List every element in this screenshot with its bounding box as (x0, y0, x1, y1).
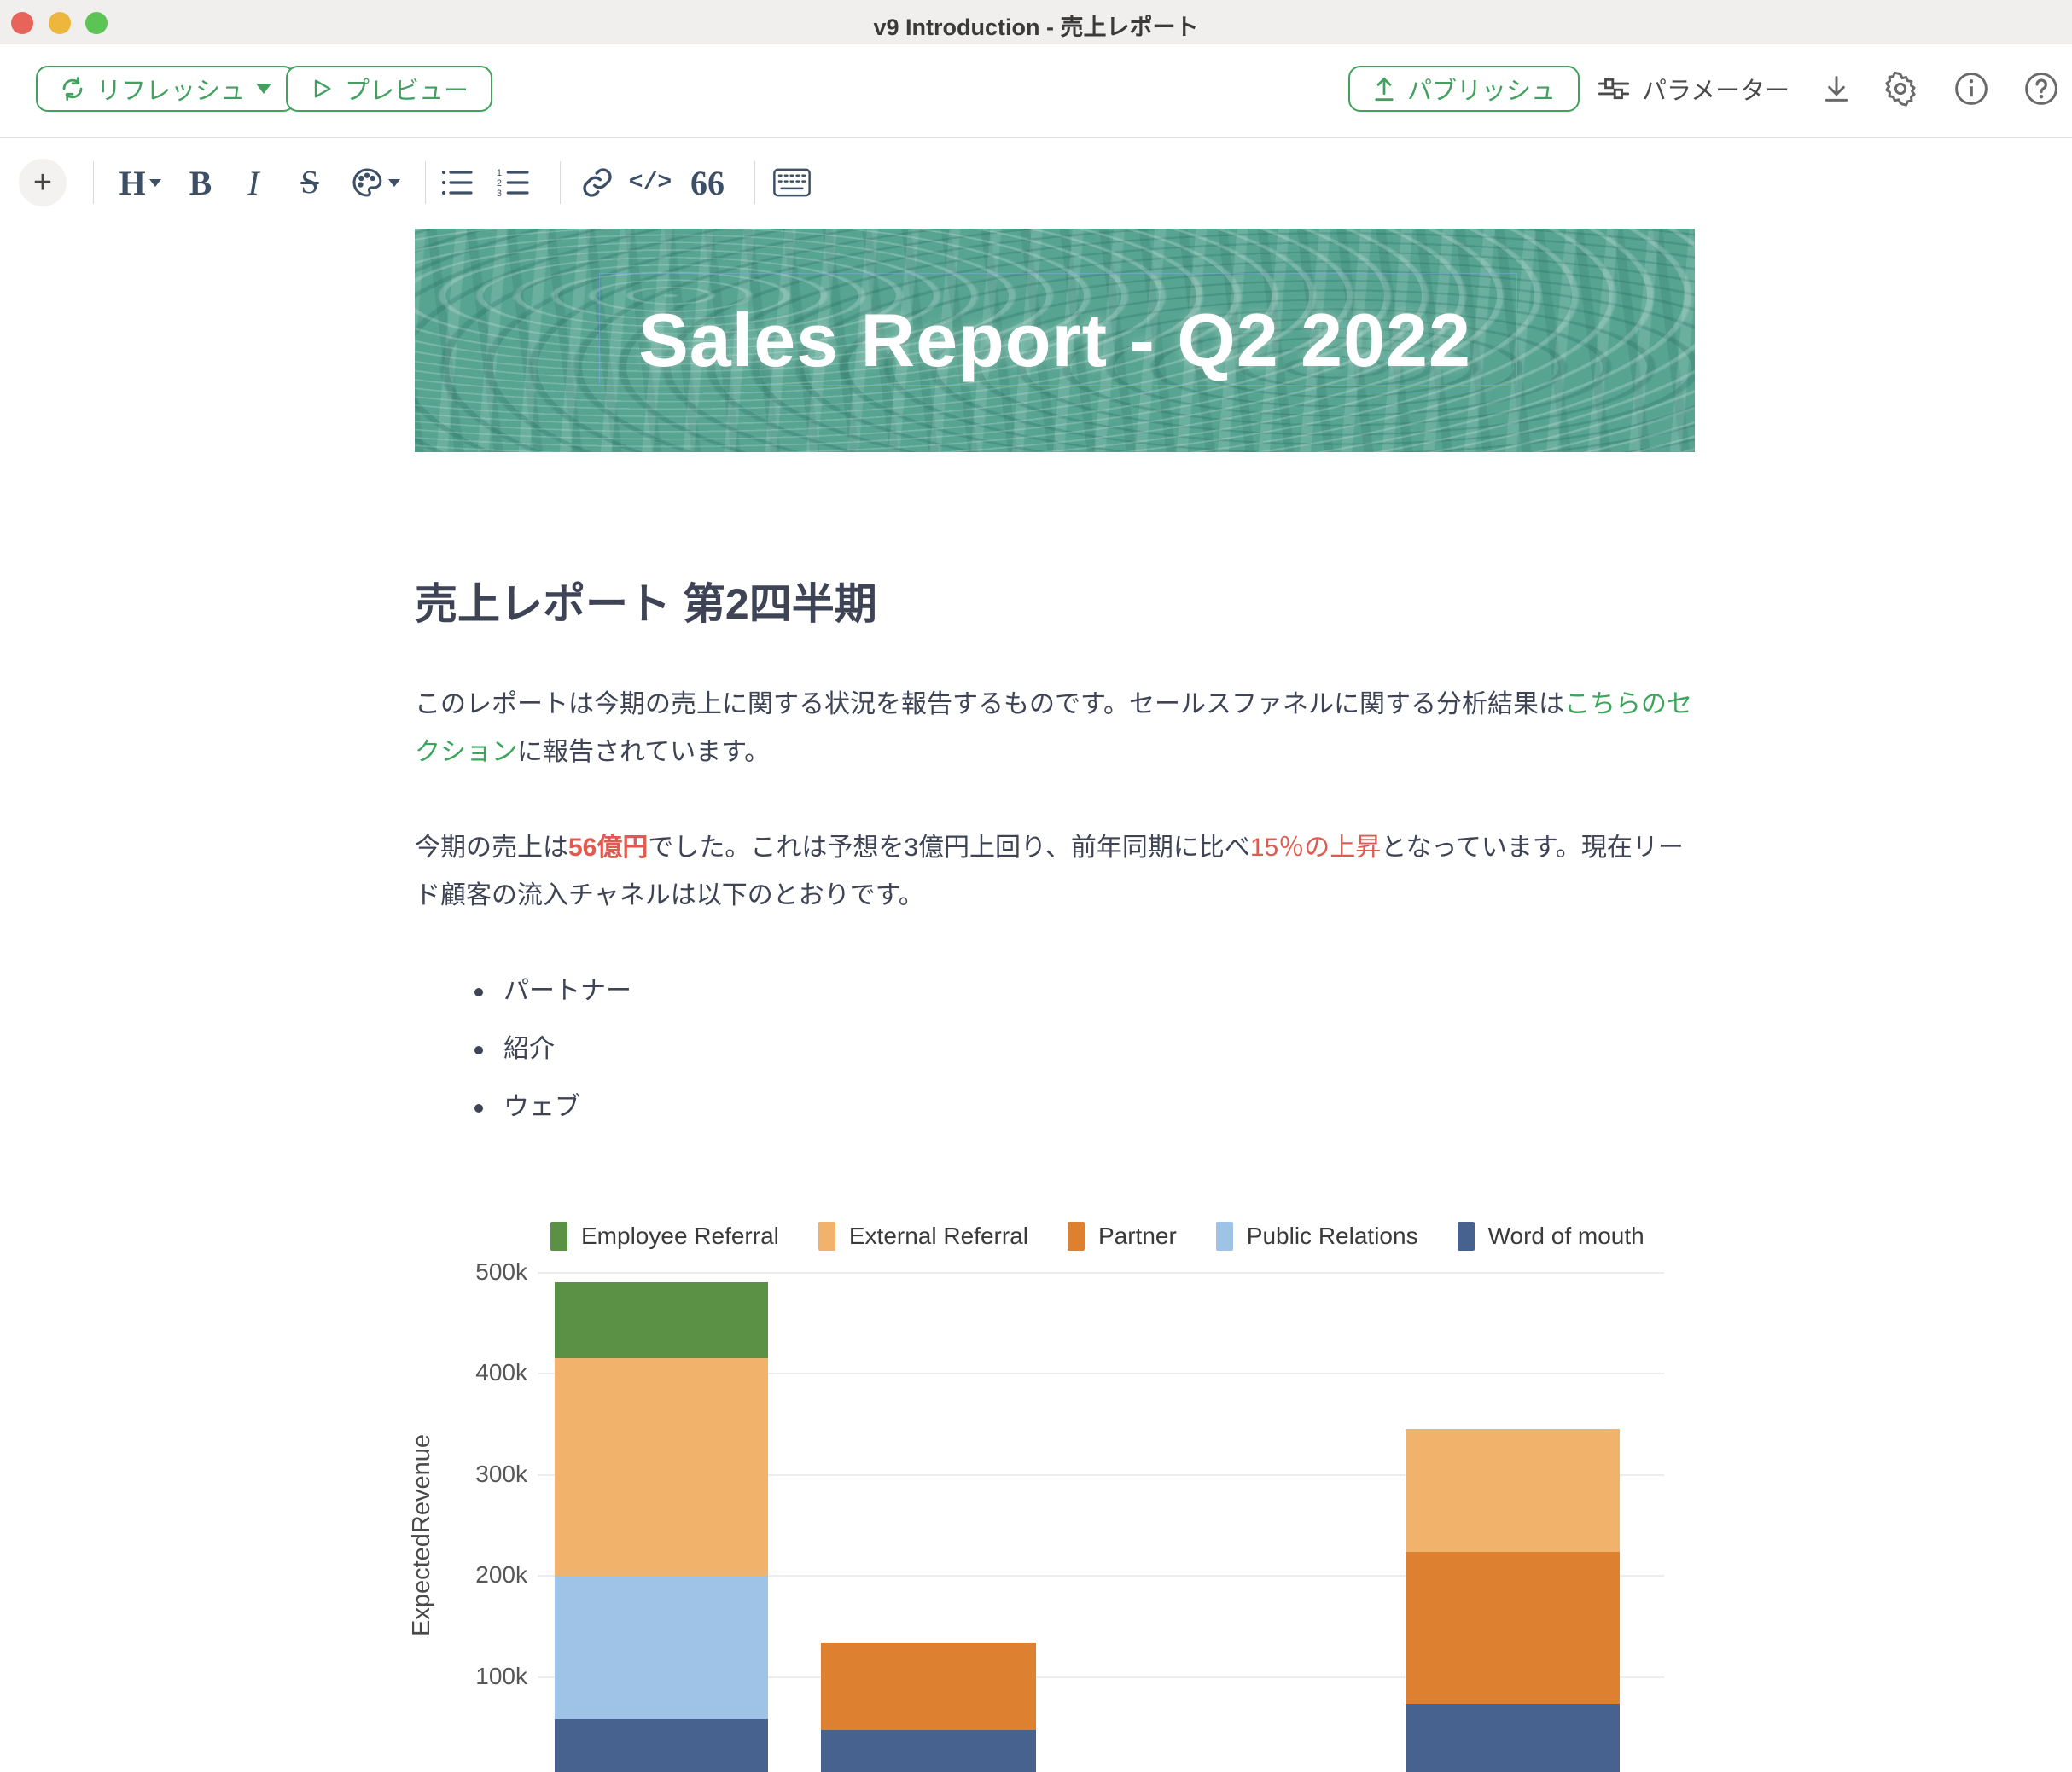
list-item: ウェブ (415, 1078, 1609, 1136)
toolbar-divider (754, 161, 755, 204)
y-tick-label: 100k (451, 1663, 527, 1690)
legend-swatch (1216, 1222, 1233, 1251)
chart-legend: Employee Referral External Referral Partne… (550, 1222, 1644, 1251)
refresh-button[interactable]: リフレッシュ (36, 66, 295, 112)
chevron-down-icon (149, 179, 161, 187)
stacked-bar-chart (538, 1254, 1664, 1772)
list-item: パートナー (415, 962, 1609, 1020)
code-block-button[interactable]: </> (626, 139, 674, 226)
svg-text:2: 2 (497, 178, 502, 189)
svg-text:1: 1 (497, 168, 502, 178)
publish-label: パブリッシュ (1407, 71, 1556, 107)
play-icon (310, 77, 334, 101)
formatting-toolbar: + H B I S 1 2 3 (0, 139, 2072, 226)
strikethrough-button[interactable]: S (288, 139, 331, 226)
y-tick-label: 300k (451, 1461, 527, 1488)
bar-segment (1406, 1552, 1620, 1705)
legend-label: Partner (1098, 1223, 1177, 1250)
legend-label: Employee Referral (581, 1223, 779, 1250)
bar-segment (821, 1730, 1036, 1772)
quote-button[interactable]: 66 (683, 139, 732, 226)
bar-segment (821, 1643, 1036, 1730)
gridline (538, 1272, 1664, 1274)
legend-swatch (550, 1222, 567, 1251)
bar-segment (1406, 1704, 1620, 1772)
bar-segment (555, 1576, 768, 1719)
refresh-icon (60, 76, 85, 102)
palette-icon (350, 166, 384, 200)
legend-swatch (818, 1222, 835, 1251)
revenue-highlight: 56億円 (568, 834, 648, 862)
hero-image[interactable]: Sales Report - Q2 2022 (415, 229, 1695, 452)
hero-title: Sales Report - Q2 2022 (638, 297, 1471, 384)
keyboard-shortcuts-button[interactable] (766, 139, 818, 226)
title-bar: v9 Introduction - 売上レポート (0, 0, 2072, 44)
legend-item: Word of mouth (1458, 1222, 1644, 1251)
legend-label: Word of mouth (1488, 1223, 1644, 1250)
numbered-list-button[interactable]: 1 2 3 (490, 139, 538, 226)
channel-list: パートナー 紹介 ウェブ (415, 962, 1609, 1136)
y-axis-label: ExpectedRevenue (408, 1399, 442, 1672)
window-title: v9 Introduction - 売上レポート (0, 9, 2072, 42)
upload-icon (1372, 76, 1396, 102)
legend-item: Employee Referral (550, 1222, 779, 1251)
svg-text:3: 3 (497, 189, 502, 198)
link-button[interactable] (573, 139, 621, 226)
legend-item: Public Relations (1216, 1222, 1418, 1251)
action-toolbar: リフレッシュ プレビュー パブリッシュ パラメーター (0, 45, 2072, 138)
gear-icon[interactable] (1883, 66, 1918, 112)
chevron-down-icon (256, 84, 271, 94)
add-cell-button[interactable]: + (19, 159, 67, 206)
heading-style-button[interactable]: H (113, 139, 167, 226)
toolbar-divider (93, 161, 94, 204)
paragraph-1: このレポートは今期の売上に関する状況を報告するものです。セールスファネルに関する… (415, 681, 1703, 776)
paragraph-2: 今期の売上は56億円でした。これは予想を3億円上回り、前年同期に比べ15％の上昇… (415, 824, 1703, 920)
refresh-label: リフレッシュ (96, 71, 245, 107)
bar-segment (555, 1719, 768, 1772)
legend-item: Partner (1068, 1222, 1177, 1251)
preview-label: プレビュー (345, 71, 469, 107)
chevron-down-icon (388, 179, 400, 187)
info-icon[interactable] (1953, 66, 1990, 112)
bold-button[interactable]: B (179, 139, 222, 226)
growth-highlight: 15％の上昇 (1250, 834, 1381, 862)
y-tick-label: 400k (451, 1359, 527, 1386)
help-icon[interactable] (2023, 66, 2060, 112)
list-item: 紹介 (415, 1020, 1609, 1078)
document-heading: 売上レポート 第2四半期 (415, 570, 1695, 631)
bar-segment (1406, 1429, 1620, 1551)
legend-label: Public Relations (1247, 1223, 1418, 1250)
legend-label: External Referral (849, 1223, 1028, 1250)
bullet-list-button[interactable] (434, 139, 481, 226)
bar-segment (555, 1358, 768, 1576)
legend-swatch (1068, 1222, 1085, 1251)
publish-button[interactable]: パブリッシュ (1348, 66, 1580, 112)
bar-segment (555, 1282, 768, 1358)
preview-button[interactable]: プレビュー (286, 66, 492, 112)
toolbar-divider (425, 161, 426, 204)
text-color-button[interactable] (345, 139, 405, 226)
y-tick-label: 200k (451, 1561, 527, 1589)
toolbar-divider (560, 161, 561, 204)
plus-icon: + (33, 165, 52, 201)
italic-button[interactable]: I (232, 139, 275, 226)
legend-item: External Referral (818, 1222, 1028, 1251)
parameters-button[interactable]: パラメーター (1598, 66, 1790, 112)
download-icon[interactable] (1819, 66, 1854, 112)
sliders-icon (1598, 74, 1630, 103)
legend-swatch (1458, 1222, 1475, 1251)
parameters-label: パラメーター (1642, 71, 1790, 107)
y-tick-label: 500k (451, 1258, 527, 1286)
